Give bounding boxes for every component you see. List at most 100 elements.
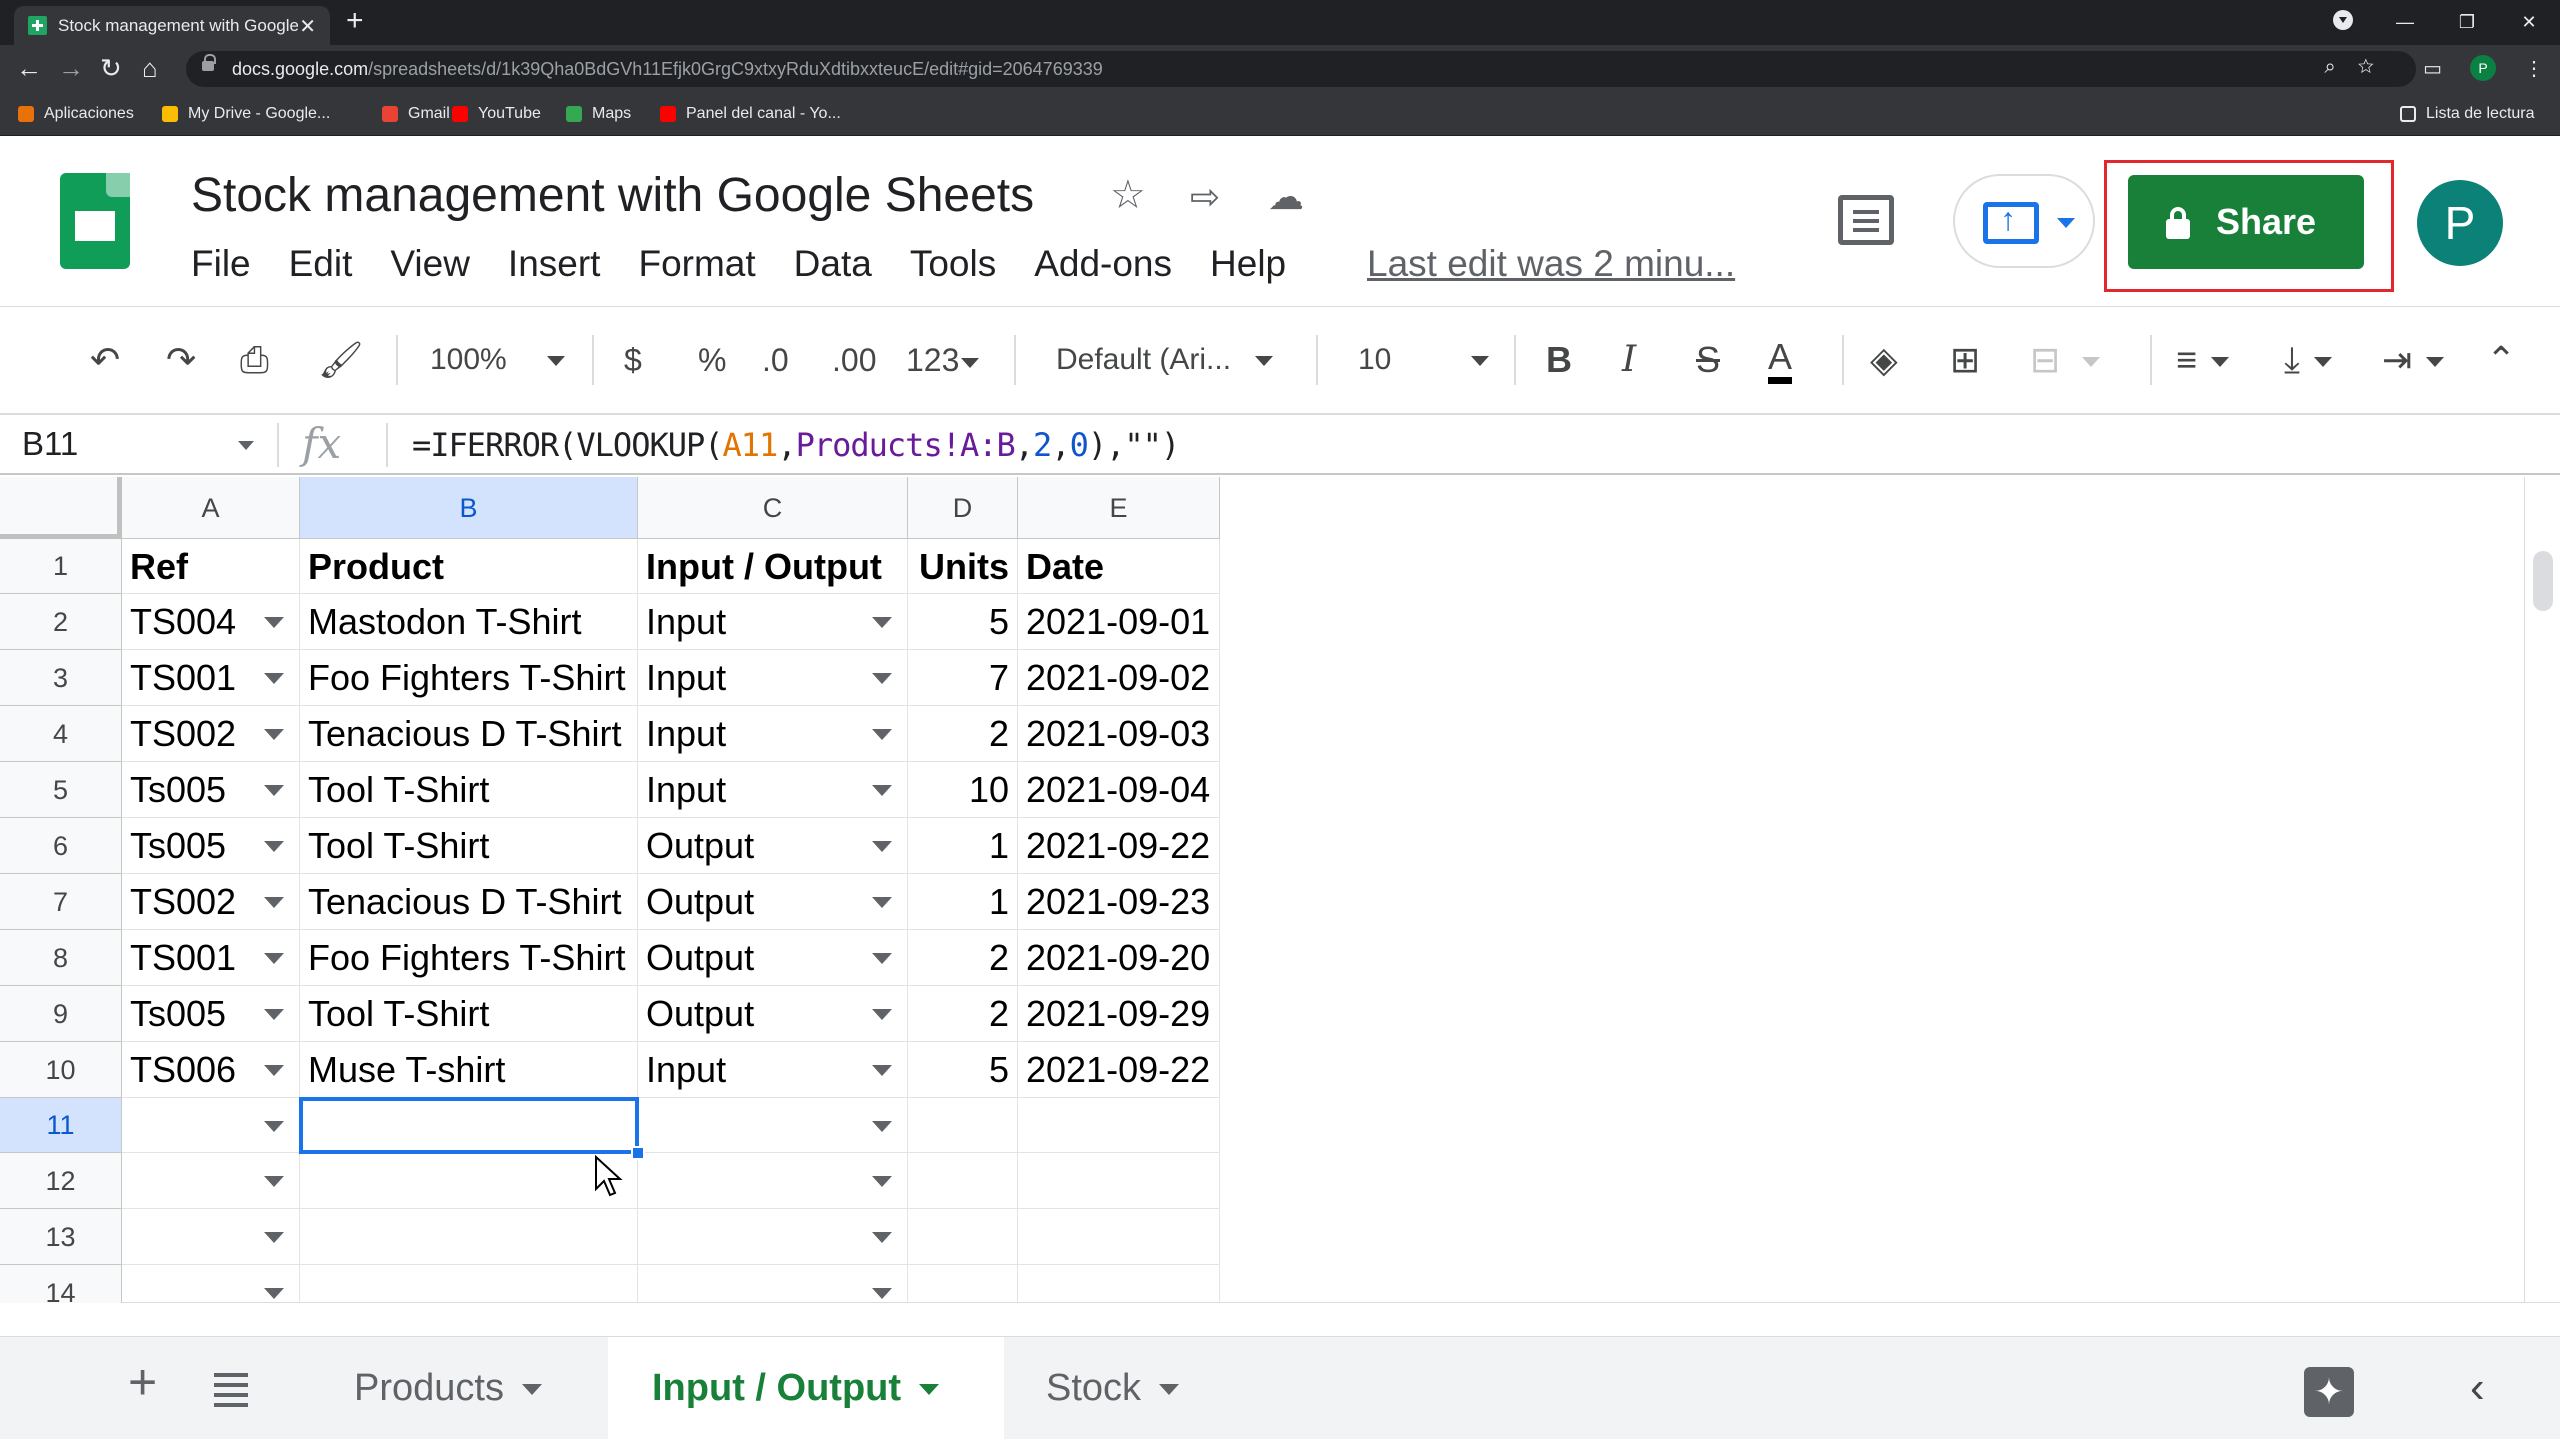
font-size-select[interactable]: 10 — [1358, 337, 1490, 383]
cell-e3[interactable]: 2021-09-02 — [1018, 650, 1220, 706]
row-header-11[interactable]: 11 — [0, 1098, 122, 1153]
chevron-down-icon[interactable] — [264, 953, 284, 964]
comment-history-icon[interactable] — [1838, 195, 1894, 245]
column-header-e[interactable]: E — [1018, 477, 1220, 539]
cell-c11[interactable] — [638, 1098, 908, 1153]
menu-file[interactable]: File — [191, 243, 251, 285]
cell-c6[interactable]: Output — [638, 818, 908, 874]
chevron-down-icon[interactable] — [872, 1065, 892, 1076]
chevron-down-icon[interactable] — [2057, 218, 2075, 228]
cell-c13[interactable] — [638, 1209, 908, 1265]
menu-view[interactable]: View — [390, 243, 470, 285]
row-header-10[interactable]: 10 — [0, 1042, 122, 1098]
chevron-down-icon[interactable] — [872, 1176, 892, 1187]
bookmark-gmail[interactable]: Gmail — [382, 105, 450, 123]
chevron-down-icon[interactable] — [1159, 1384, 1180, 1396]
cell-d10[interactable]: 5 — [908, 1042, 1018, 1098]
browser-menu-icon[interactable]: ⋮ — [2524, 56, 2544, 81]
cell-b3[interactable]: Foo Fighters T-Shirt — [300, 650, 638, 706]
cell-e12[interactable] — [1018, 1153, 1220, 1209]
sheet-tab-products[interactable]: Products — [306, 1337, 606, 1439]
cell-c5[interactable]: Input — [638, 762, 908, 818]
chevron-down-icon[interactable] — [264, 729, 284, 740]
bookmark-drive[interactable]: My Drive - Google... — [162, 105, 330, 123]
cell-e6[interactable]: 2021-09-22 — [1018, 818, 1220, 874]
chevron-down-icon[interactable] — [264, 617, 284, 628]
cell-c8[interactable]: Output — [638, 930, 908, 986]
cell-d13[interactable] — [908, 1209, 1018, 1265]
column-header-b[interactable]: B — [300, 477, 638, 539]
cell-c2[interactable]: Input — [638, 594, 908, 650]
cell-d5[interactable]: 10 — [908, 762, 1018, 818]
cell-c14[interactable] — [638, 1265, 908, 1303]
zoom-icon[interactable]: ⌕ — [2324, 56, 2357, 78]
cell-c3[interactable]: Input — [638, 650, 908, 706]
row-header-12[interactable]: 12 — [0, 1153, 122, 1209]
chevron-down-icon[interactable] — [872, 953, 892, 964]
bookmark-youtube[interactable]: YouTube — [452, 105, 541, 123]
close-tab-icon[interactable]: ✕ — [299, 14, 316, 39]
minimize-button[interactable]: — — [2374, 12, 2436, 33]
column-header-a[interactable]: A — [122, 477, 300, 539]
decrease-decimal-button[interactable]: .0 — [762, 337, 789, 383]
chevron-down-icon[interactable] — [264, 1232, 284, 1243]
cell-d4[interactable]: 2 — [908, 706, 1018, 762]
share-button[interactable]: Share — [2128, 175, 2364, 269]
row-header-4[interactable]: 4 — [0, 706, 122, 762]
cell-c10[interactable]: Input — [638, 1042, 908, 1098]
reload-icon[interactable]: ↻ — [100, 53, 122, 83]
sheet-tab-stock[interactable]: Stock — [1006, 1337, 1266, 1439]
bookmark-channel[interactable]: Panel del canal - Yo... — [660, 105, 841, 123]
close-window-button[interactable]: ✕ — [2498, 12, 2560, 33]
chevron-down-icon[interactable] — [264, 673, 284, 684]
menu-help[interactable]: Help — [1210, 243, 1286, 285]
cell-c4[interactable]: Input — [638, 706, 908, 762]
tab-search-icon[interactable] — [2312, 10, 2374, 35]
text-wrapping-icon[interactable]: ⇥ — [2382, 337, 2445, 383]
row-header-8[interactable]: 8 — [0, 930, 122, 986]
cell-b6[interactable]: Tool T-Shirt — [300, 818, 638, 874]
cell-b8[interactable]: Foo Fighters T-Shirt — [300, 930, 638, 986]
zoom-select[interactable]: 100% — [430, 337, 565, 383]
last-edit-link[interactable]: Last edit was 2 minu... — [1367, 243, 1735, 285]
row-header-7[interactable]: 7 — [0, 874, 122, 930]
profile-avatar[interactable]: P — [2470, 55, 2496, 81]
formula-input[interactable]: =IFERROR(VLOOKUP(A11,Products!A:B,2,0),"… — [412, 426, 1180, 464]
currency-format-button[interactable]: $ — [624, 337, 642, 383]
vertical-align-icon[interactable]: ⤓ — [2284, 337, 2332, 383]
print-icon[interactable]: ⎙ — [240, 337, 269, 383]
chevron-down-icon[interactable] — [872, 1009, 892, 1020]
row-header-2[interactable]: 2 — [0, 594, 122, 650]
column-header-d[interactable]: D — [908, 477, 1018, 539]
chevron-down-icon[interactable] — [872, 897, 892, 908]
cell-b1[interactable]: Product — [300, 539, 638, 594]
chevron-down-icon[interactable] — [264, 1176, 284, 1187]
move-folder-icon[interactable]: ⇨ — [1190, 176, 1220, 218]
forward-icon[interactable]: → — [58, 53, 84, 83]
bookmark-star-icon[interactable]: ☆ — [2358, 56, 2396, 78]
all-sheets-icon[interactable] — [214, 1373, 248, 1377]
menu-format[interactable]: Format — [638, 243, 755, 285]
browser-tab[interactable]: Stock management with Google ✕ — [14, 6, 330, 45]
sheet-tab-input-output[interactable]: Input / Output — [608, 1337, 1004, 1439]
strikethrough-button[interactable]: S — [1696, 337, 1720, 383]
column-header-c[interactable]: C — [638, 477, 908, 539]
cell-d6[interactable]: 1 — [908, 818, 1018, 874]
cell-d12[interactable] — [908, 1153, 1018, 1209]
collapse-side-panel-icon[interactable]: ‹ — [2470, 1363, 2485, 1413]
text-color-button[interactable]: A — [1768, 337, 1793, 384]
cell-e1[interactable]: Date — [1018, 539, 1220, 594]
menu-tools[interactable]: Tools — [910, 243, 996, 285]
cell-e11[interactable] — [1018, 1098, 1220, 1153]
name-box[interactable]: B11 — [22, 425, 78, 463]
chevron-down-icon[interactable] — [264, 841, 284, 852]
increase-decimal-button[interactable]: .00 — [832, 337, 876, 383]
merge-cells-icon[interactable]: ⊟ — [2030, 337, 2101, 383]
row-header-1[interactable]: 1 — [0, 539, 122, 594]
cell-e14[interactable] — [1018, 1265, 1220, 1303]
reading-list[interactable]: Lista de lectura — [2400, 105, 2535, 123]
cell-d2[interactable]: 5 — [908, 594, 1018, 650]
select-all-corner[interactable] — [0, 477, 122, 539]
chevron-down-icon[interactable] — [264, 1120, 284, 1132]
chevron-down-icon[interactable] — [521, 1384, 542, 1396]
